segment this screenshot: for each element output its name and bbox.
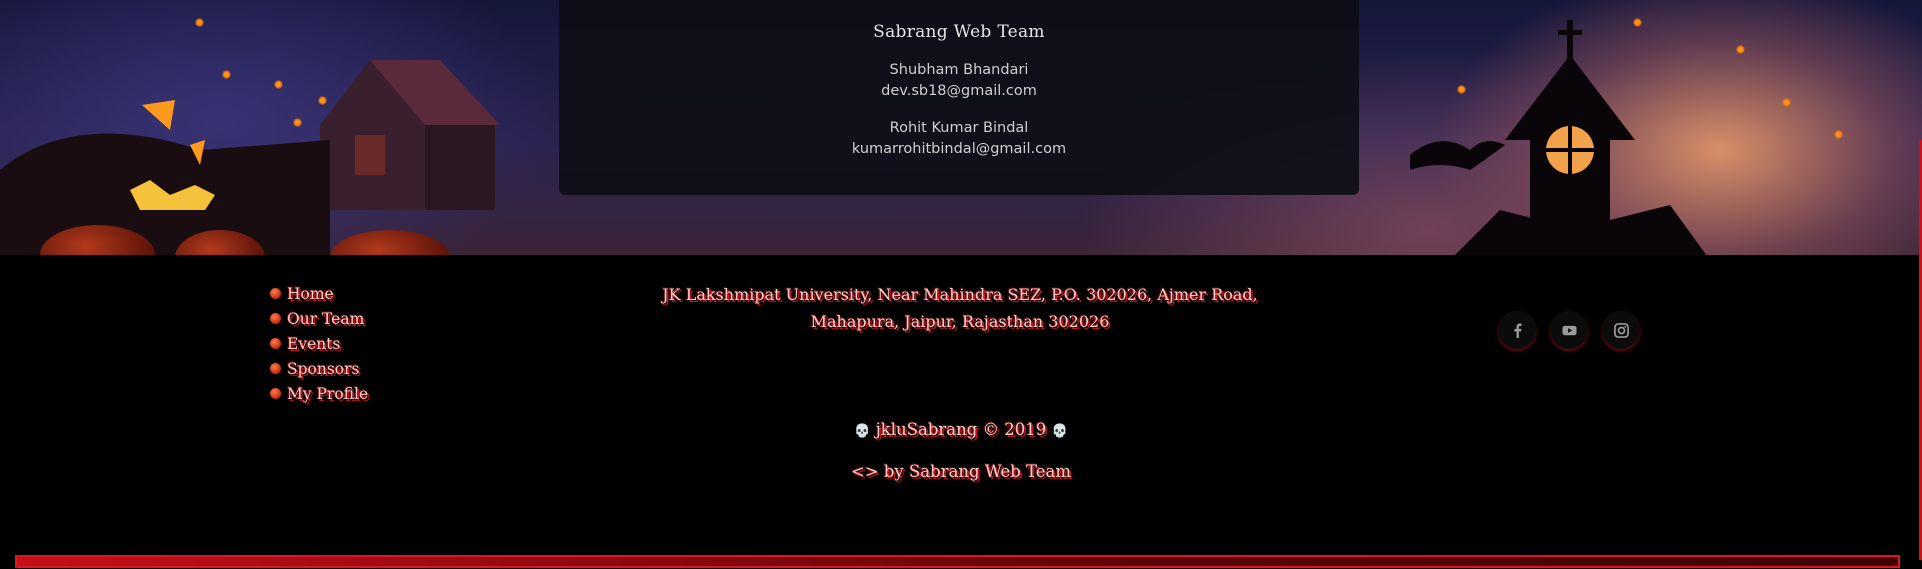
nav-item-label[interactable]: My Profile xyxy=(287,385,368,403)
credit-line: <> by Sabrang Web Team xyxy=(0,462,1922,481)
haunted-house-illustration xyxy=(320,60,500,210)
ember-decoration xyxy=(1782,98,1791,107)
credits-member: Shubham Bhandari dev.sb18@gmail.com xyxy=(559,60,1359,102)
nav-item-events[interactable]: Events xyxy=(270,331,368,356)
pumpkin-bullet-icon xyxy=(270,313,281,324)
facebook-button[interactable] xyxy=(1498,311,1536,349)
pumpkin-bullet-icon xyxy=(270,338,281,349)
nav-item-label[interactable]: Events xyxy=(287,335,340,353)
code-icon: <> xyxy=(850,462,879,481)
ember-decoration xyxy=(1736,45,1745,54)
instagram-icon xyxy=(1613,322,1629,338)
social-links xyxy=(1498,311,1640,349)
credits-title: Sabrang Web Team xyxy=(873,22,1045,42)
credit-text[interactable]: by Sabrang Web Team xyxy=(884,462,1071,481)
youtube-button[interactable] xyxy=(1550,311,1588,349)
jack-o-lantern-illustration xyxy=(0,100,330,255)
member-name: Rohit Kumar Bindal xyxy=(889,120,1029,136)
nav-item-label[interactable]: Home xyxy=(287,285,334,303)
ember-decoration xyxy=(1834,130,1843,139)
member-name: Shubham Bhandari xyxy=(889,62,1029,78)
pumpkin-bullet-icon xyxy=(270,288,281,299)
copyright-text: jkluSabrang © 2019 xyxy=(875,420,1047,439)
member-email[interactable]: dev.sb18@gmail.com xyxy=(559,81,1359,102)
nav-item-sponsors[interactable]: Sponsors xyxy=(270,356,368,381)
pumpkin-bullet-icon xyxy=(270,388,281,399)
instagram-button[interactable] xyxy=(1602,311,1640,349)
credits-member: Rohit Kumar Bindal kumarrohitbindal@gmai… xyxy=(559,118,1359,160)
footer-nav: Home Our Team Events Sponsors My Profile xyxy=(270,281,368,406)
nav-item-label[interactable]: Sponsors xyxy=(287,360,360,378)
facebook-icon xyxy=(1513,322,1522,338)
ember-decoration xyxy=(195,18,204,27)
address-line: Mahapura, Jaipur, Rajasthan 302026 xyxy=(810,312,1110,331)
footer-address: JK Lakshmipat University, Near Mahindra … xyxy=(600,281,1320,335)
pumpkin-decoration xyxy=(330,230,450,255)
nav-item-our-team[interactable]: Our Team xyxy=(270,306,368,331)
credits-panel: Sabrang Web Team Shubham Bhandari dev.sb… xyxy=(559,0,1359,195)
footer-bottom-bar xyxy=(15,555,1900,568)
pumpkin-bullet-icon xyxy=(270,363,281,374)
nav-item-home[interactable]: Home xyxy=(270,281,368,306)
copyright-line: 💀 jkluSabrang © 2019 💀 xyxy=(0,420,1922,439)
youtube-icon xyxy=(1561,325,1577,335)
clock-tower-illustration xyxy=(1410,20,1707,255)
site-footer: Home Our Team Events Sponsors My Profile… xyxy=(0,255,1922,569)
nav-item-label[interactable]: Our Team xyxy=(287,310,364,328)
nav-item-my-profile[interactable]: My Profile xyxy=(270,381,368,406)
skull-icon: 💀 xyxy=(1051,424,1068,439)
address-line: JK Lakshmipat University, Near Mahindra … xyxy=(662,285,1258,304)
member-email[interactable]: kumarrohitbindal@gmail.com xyxy=(559,139,1359,160)
skull-icon: 💀 xyxy=(854,424,871,439)
